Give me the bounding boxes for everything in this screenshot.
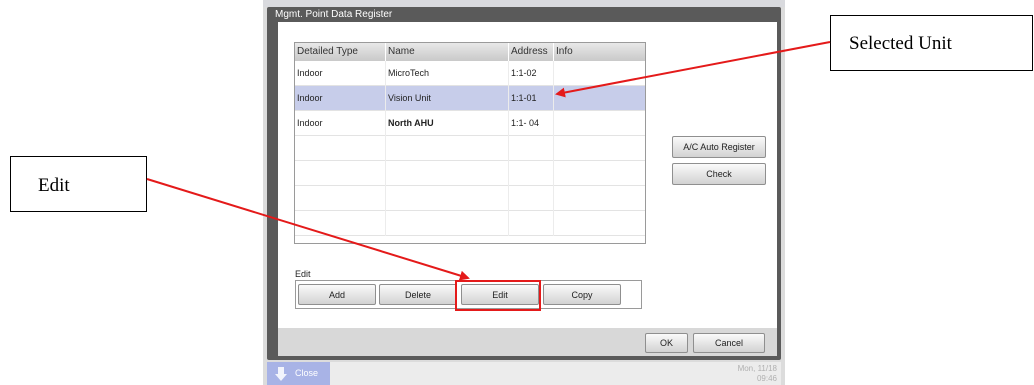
annotation-arrows (146, 41, 831, 281)
edit-arrow (146, 178, 470, 281)
selected-unit-arrow (555, 41, 831, 98)
